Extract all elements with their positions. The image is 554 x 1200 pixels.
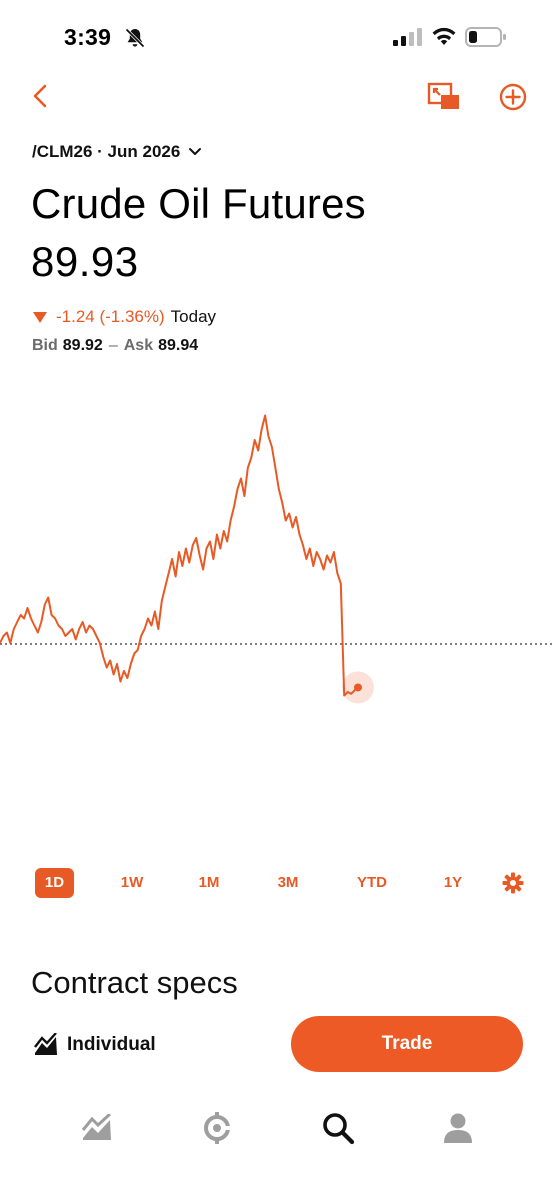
battery-icon bbox=[465, 27, 506, 47]
bid-value: 89.92 bbox=[62, 337, 103, 354]
investing-chart-icon bbox=[34, 1033, 57, 1055]
wifi-icon bbox=[432, 27, 456, 45]
bid-ask-row: Bid 89.92 – Ask 89.94 bbox=[32, 337, 198, 355]
chart-settings-button[interactable] bbox=[502, 872, 524, 894]
ask-value: 89.94 bbox=[158, 337, 199, 354]
picture-in-picture-button[interactable] bbox=[426, 80, 462, 114]
back-button[interactable] bbox=[26, 80, 58, 112]
search-icon bbox=[323, 1113, 355, 1145]
status-bar: 3:39 bbox=[0, 0, 554, 70]
add-to-list-button[interactable] bbox=[496, 80, 530, 114]
chevron-down-icon bbox=[189, 148, 202, 155]
bid-label: Bid bbox=[32, 337, 58, 354]
down-triangle-icon bbox=[33, 311, 47, 323]
crypto-icon bbox=[204, 1112, 230, 1144]
range-tabs: 1D 1W 1M 3M YTD 1Y bbox=[0, 868, 554, 898]
contract-selector[interactable]: /CLM26 · Jun 2026 bbox=[32, 141, 202, 163]
account-icon bbox=[444, 1113, 472, 1143]
range-tab-1m[interactable]: 1M bbox=[189, 868, 229, 898]
tab-account[interactable] bbox=[438, 1108, 478, 1148]
page-title: Crude Oil Futures bbox=[31, 180, 366, 227]
tab-crypto[interactable] bbox=[197, 1108, 237, 1148]
current-price: 89.93 bbox=[31, 238, 139, 285]
action-bar: Individual Trade bbox=[0, 1000, 554, 1090]
bid-ask-separator: – bbox=[108, 337, 118, 354]
bell-muted-icon bbox=[125, 28, 145, 48]
signal-icon bbox=[393, 28, 422, 46]
price-chart[interactable] bbox=[0, 395, 554, 785]
contract-specs-title: Contract specs bbox=[31, 965, 238, 1000]
price-change: -1.24 (-1.36%) bbox=[56, 307, 165, 326]
tab-investing[interactable] bbox=[77, 1108, 117, 1148]
range-tab-1d[interactable]: 1D bbox=[35, 868, 74, 898]
contract-symbol: /CLM26 · Jun 2026 bbox=[32, 142, 181, 161]
ask-label: Ask bbox=[123, 337, 154, 354]
account-label: Individual bbox=[67, 1034, 156, 1055]
account-selector[interactable]: Individual bbox=[33, 1032, 156, 1058]
range-tab-3m[interactable]: 3M bbox=[268, 868, 308, 898]
tab-search[interactable] bbox=[318, 1108, 358, 1148]
chevron-left-icon bbox=[33, 84, 47, 108]
change-period: Today bbox=[170, 307, 217, 326]
range-tab-1w[interactable]: 1W bbox=[112, 868, 152, 898]
last-price-dot bbox=[354, 683, 362, 692]
tab-bar bbox=[0, 1090, 554, 1200]
picture-in-picture-icon bbox=[427, 82, 459, 109]
price-change-row: -1.24 (-1.36%) Today bbox=[32, 307, 216, 327]
status-time: 3:39 bbox=[64, 24, 112, 50]
plus-circle-icon bbox=[499, 83, 527, 111]
gear-icon bbox=[502, 872, 524, 894]
trade-button[interactable]: Trade bbox=[291, 1016, 523, 1072]
range-tab-1y[interactable]: 1Y bbox=[433, 868, 473, 898]
price-series-line bbox=[0, 414, 359, 697]
range-tab-ytd[interactable]: YTD bbox=[349, 868, 395, 898]
investing-chart-icon bbox=[81, 1114, 112, 1140]
